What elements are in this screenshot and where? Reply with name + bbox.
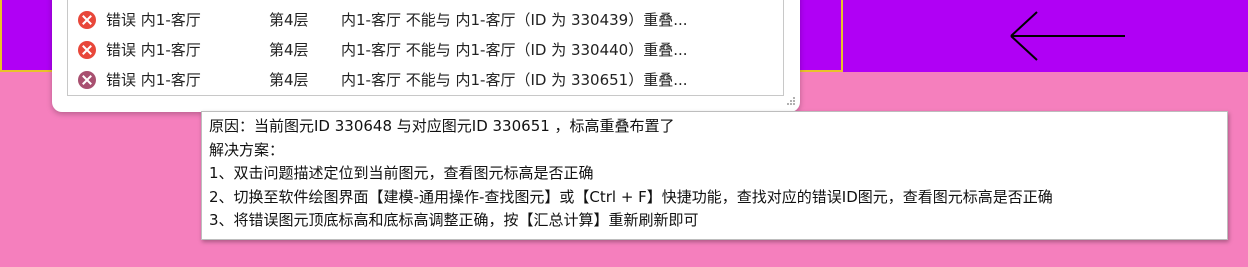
tooltip-reason: 原因：当前图元ID 330648 与对应图元ID 330651 ，标高重叠布置了	[209, 117, 675, 135]
error-icon	[78, 41, 96, 59]
resize-grip-icon[interactable]	[784, 94, 796, 106]
issue-type: 错误 内1-客厅	[106, 71, 201, 89]
tooltip-step-2: 2、切换至软件绘图界面【建模-通用操作-查找图元】或【Ctrl + F】快捷功能…	[209, 187, 1053, 206]
issue-description: 内1-客厅 不能与 内1-客厅（ID 为 330439）重叠...	[341, 11, 688, 29]
list-item[interactable]: 错误 内1-客厅 第4层 内1-客厅 不能与 内1-客厅（ID 为 330439…	[68, 5, 768, 35]
tooltip-step-3: 3、将错误图元顶底标高和底标高调整正确，按【汇总计算】重新刷新即可	[209, 211, 699, 229]
issue-floor: 第4层	[269, 71, 309, 89]
issue-type: 错误 内1-客厅	[106, 11, 201, 29]
issue-floor: 第4层	[269, 41, 309, 59]
tooltip-step-1: 1、双击问题描述定位到当前图元，查看图元标高是否正确	[209, 164, 594, 182]
issue-list: 错误 内1-客厅 第4层 内1-客厅 不能与 内1-客厅（ID 为 330439…	[67, 0, 784, 96]
issue-description: 内1-客厅 不能与 内1-客厅（ID 为 330440）重叠...	[341, 41, 688, 59]
list-item[interactable]: 错误 内1-客厅 第4层 内1-客厅 不能与 内1-客厅（ID 为 330440…	[68, 35, 768, 65]
issue-type: 错误 内1-客厅	[106, 41, 201, 59]
issue-description: 内1-客厅 不能与 内1-客厅（ID 为 330651）重叠...	[341, 71, 688, 89]
tooltip-solution-title: 解决方案：	[209, 140, 285, 159]
error-icon	[78, 11, 96, 29]
issue-tooltip: 原因：当前图元ID 330648 与对应图元ID 330651 ，标高重叠布置了…	[201, 111, 1228, 240]
error-icon	[78, 71, 96, 89]
issue-floor: 第4层	[269, 11, 309, 29]
back-arrow-icon[interactable]	[1005, 10, 1131, 62]
list-item[interactable]: 错误 内1-客厅 第4层 内1-客厅 不能与 内1-客厅（ID 为 330651…	[68, 65, 768, 95]
